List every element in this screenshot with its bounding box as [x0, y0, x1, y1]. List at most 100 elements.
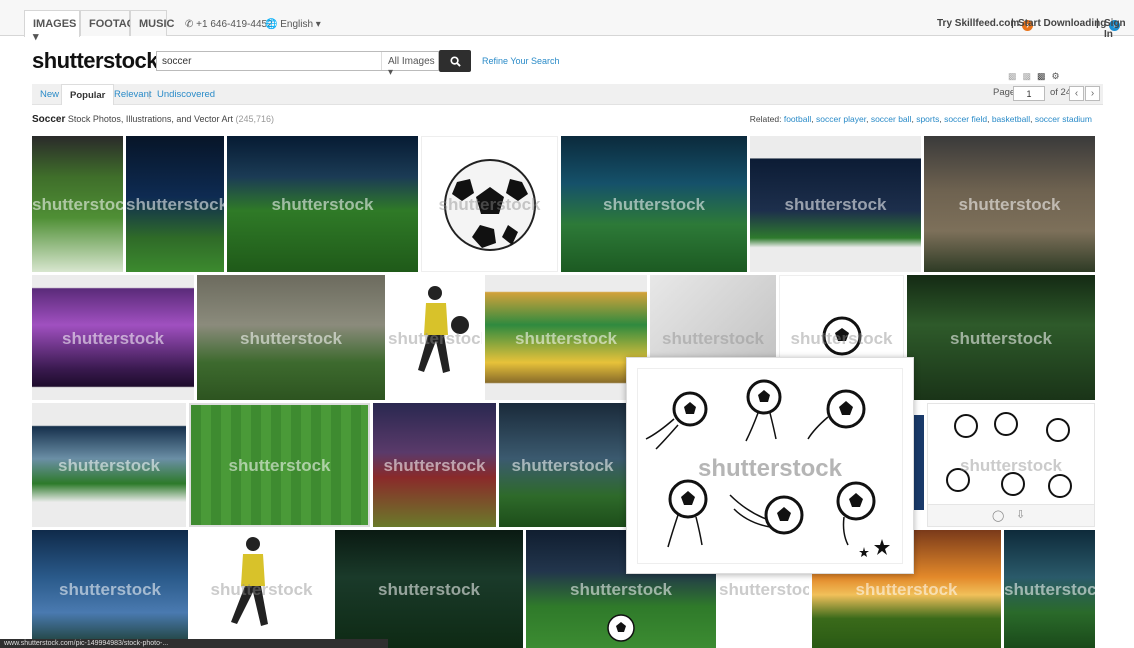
tab-images[interactable]: IMAGES ▾	[24, 10, 80, 43]
related-term[interactable]: soccer ball	[871, 114, 912, 124]
shutterstock-logo[interactable]: shutterstock	[32, 48, 159, 74]
image-thumbnail[interactable]: shutterstock	[388, 275, 482, 400]
chevron-left-icon: ‹	[1074, 88, 1079, 99]
image-thumbnail[interactable]: shutterstock	[227, 136, 418, 272]
filter-relevant[interactable]: Relevant	[114, 89, 152, 100]
filter-divider: |	[148, 89, 151, 100]
filter-undiscovered[interactable]: Undiscovered	[157, 89, 215, 100]
related-label: Related:	[749, 114, 782, 124]
results-heading: Soccer Stock Photos, Illustrations, and …	[32, 114, 274, 125]
image-thumbnail[interactable]: shutterstock	[191, 530, 332, 648]
image-thumbnail[interactable]: shutterstock	[750, 136, 921, 272]
search-button[interactable]	[439, 50, 471, 72]
mosaic-view-icon[interactable]: ▩	[1037, 71, 1052, 81]
watermark: shutterstock	[271, 195, 374, 214]
image-preview-popup[interactable]: shutterstock	[626, 357, 914, 574]
watermark: shutterstock	[228, 456, 331, 475]
watermark: shutterstock	[210, 580, 313, 599]
language-select[interactable]: 🌐 English ▾	[265, 19, 321, 30]
nav-divider: |	[1011, 18, 1014, 29]
language-label: English ▾	[280, 19, 321, 30]
watermark: shutterstock	[661, 328, 765, 348]
phone-icon: ✆	[185, 19, 194, 30]
related-term[interactable]: soccer field	[944, 114, 987, 124]
watermark: shutterstock	[959, 456, 1063, 475]
image-thumbnail[interactable]: shutterstock	[189, 403, 370, 527]
browser-status-bar: www.shutterstock.com/pic-149994983/stock…	[0, 639, 388, 648]
thumbnail-actions: ◯ ⇩	[928, 504, 1094, 526]
preview-image: shutterstock	[637, 368, 903, 564]
results-keyword: Soccer	[32, 114, 66, 125]
image-thumbnail[interactable]: shutterstock	[126, 136, 224, 272]
image-thumbnail[interactable]: shutterstock ◯ ⇩	[927, 403, 1095, 527]
page-label: Page	[993, 87, 1016, 98]
nav-divider: |	[1096, 18, 1099, 29]
prev-page-button[interactable]: ‹	[1069, 86, 1084, 101]
list-view-icon[interactable]: ▩	[1008, 71, 1023, 81]
watermark: shutterstock	[719, 580, 809, 599]
phone-link[interactable]: ✆ +1 646-419-4452	[185, 19, 273, 30]
image-thumbnail[interactable]: shutterstock	[561, 136, 747, 272]
grid-view-icon[interactable]: ▩	[1023, 71, 1038, 81]
image-thumbnail[interactable]: shutterstock	[32, 136, 123, 272]
image-thumbnail[interactable]: shutterstock	[32, 275, 194, 400]
image-thumbnail[interactable]: shutterstock	[373, 403, 496, 527]
tab-music[interactable]: MUSIC	[130, 10, 174, 36]
filter-popular[interactable]: Popular	[61, 84, 115, 105]
watermark: shutterstock	[383, 456, 486, 475]
watermark: shutterstock	[602, 195, 706, 214]
filter-new[interactable]: New	[40, 89, 59, 100]
skillfeed-label: Try Skillfeed.com	[937, 18, 1020, 29]
page-number-input[interactable]: 1	[1013, 86, 1045, 101]
watermark: shutterstock	[514, 328, 618, 348]
watermark: shutterstock	[1004, 580, 1095, 599]
watermark: shutterstock	[790, 328, 893, 348]
watermark: shutterstock	[511, 456, 614, 475]
start-downloading-label: Start Downloading	[1018, 18, 1107, 29]
tab-footage[interactable]: FOOTAGE	[80, 10, 143, 36]
search-input[interactable]	[157, 52, 381, 70]
view-options: ▩▩▩⚙	[1008, 71, 1066, 82]
watermark: shutterstock	[377, 580, 481, 599]
download-icon[interactable]: ⇩	[1016, 508, 1025, 521]
image-thumbnail[interactable]: shutterstock	[924, 136, 1095, 272]
top-navigation: IMAGES ▾ FOOTAGE MUSIC ✆ +1 646-419-4452…	[0, 0, 1134, 43]
related-term[interactable]: soccer player	[816, 114, 866, 124]
globe-icon: 🌐	[265, 19, 278, 30]
related-term[interactable]: football	[784, 114, 811, 124]
image-thumbnail[interactable]: shutterstock	[32, 403, 186, 527]
image-thumbnail[interactable]: shutterstock	[197, 275, 385, 400]
search-icon	[449, 55, 461, 67]
image-thumbnail[interactable]: shutterstock	[499, 403, 626, 527]
watermark: shutterstock	[438, 195, 541, 214]
image-type-select[interactable]: All Images ▾	[381, 52, 437, 78]
tab-music-label: MUSIC	[139, 18, 175, 30]
watermark: shutterstock	[58, 580, 162, 599]
sort-filter-bar: New Popular Relevant | Undiscovered Page…	[32, 84, 1103, 105]
results-title: Stock Photos, Illustrations, and Vector …	[67, 114, 233, 124]
watermark: shutterstock	[855, 580, 958, 599]
image-thumbnail[interactable]: shutterstock	[907, 275, 1095, 400]
related-term[interactable]: basketball	[992, 114, 1030, 124]
image-thumbnail[interactable]: shutterstock	[32, 530, 188, 648]
preview-watermark: shutterstock	[697, 455, 843, 482]
related-searches: Related: football, soccer player, soccer…	[749, 114, 1092, 124]
lightbulb-icon[interactable]: ◯	[992, 509, 1004, 522]
image-thumbnail[interactable]	[914, 415, 924, 510]
related-term[interactable]: sports	[916, 114, 939, 124]
sign-in-link[interactable]: Sign In	[1104, 18, 1134, 40]
watermark: shutterstock	[949, 328, 1053, 348]
gear-icon[interactable]: ⚙	[1052, 71, 1066, 81]
watermark: shutterstock	[388, 328, 482, 348]
refine-search-link[interactable]: Refine Your Search	[482, 56, 560, 66]
next-page-button[interactable]: ›	[1085, 86, 1100, 101]
watermark: shutterstock	[784, 195, 887, 214]
image-thumbnail[interactable]: shutterstock	[1004, 530, 1095, 648]
watermark: shutterstock	[569, 580, 673, 599]
image-thumbnail[interactable]: shutterstock	[485, 275, 647, 400]
search-box: All Images ▾	[156, 51, 439, 78]
image-thumbnail[interactable]: shutterstock	[335, 530, 523, 648]
watermark: shutterstock	[239, 328, 343, 348]
related-term[interactable]: soccer stadium	[1035, 114, 1092, 124]
image-thumbnail[interactable]: shutterstock	[421, 136, 558, 272]
